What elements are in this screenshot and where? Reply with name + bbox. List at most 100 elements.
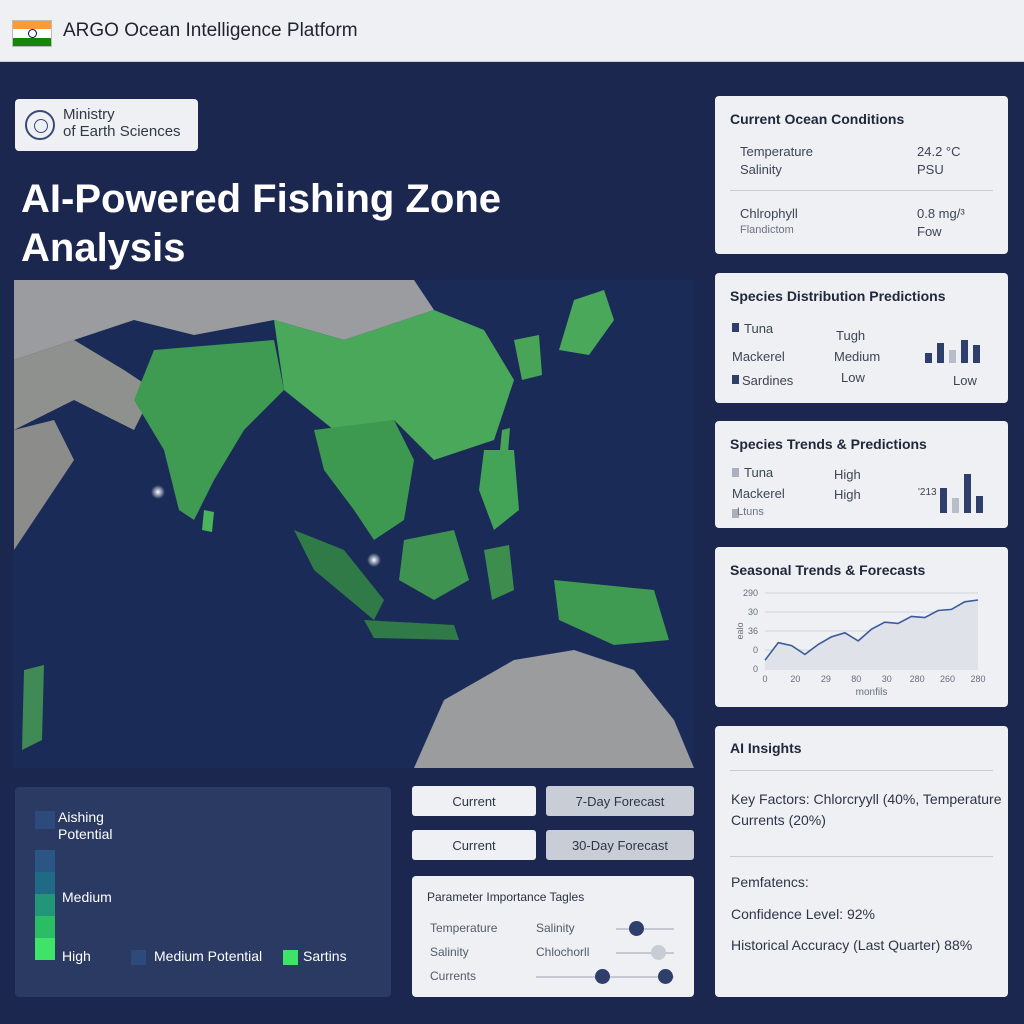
species-trends-card: Species Trends & Predictions Tuna High M… <box>715 421 1008 528</box>
legend-label-medium: Medium <box>62 889 112 905</box>
current-button[interactable]: Current <box>412 830 536 860</box>
legend-swatch-medium-potential <box>131 950 146 965</box>
species-level: Medium <box>834 349 881 364</box>
x-tick-label: 20 <box>790 674 800 684</box>
legend-swatch-sartins <box>283 950 298 965</box>
30-day-forecast-button[interactable]: 30-Day Forecast <box>546 830 694 860</box>
current-button[interactable]: Current <box>412 786 536 816</box>
legend-swatch <box>35 894 55 916</box>
page-title: AI-Powered Fishing Zone Analysis <box>21 177 502 270</box>
legend-swatch <box>35 811 55 829</box>
confidence-level: Confidence Level: 92% <box>731 906 875 922</box>
app-title: ARGO Ocean Intelligence Platform <box>63 20 358 41</box>
historical-accuracy: Historical Accuracy (Last Quarter) 88% <box>731 937 973 953</box>
param-label: Chlochorll <box>536 945 590 959</box>
species-marker <box>732 323 739 332</box>
species-bar <box>949 350 956 363</box>
trend-species-level: High <box>834 487 861 502</box>
hotspot-marker[interactable] <box>151 485 165 499</box>
fishing-zone-map[interactable] <box>14 280 694 768</box>
india-flag-icon <box>12 20 52 47</box>
x-tick-label: 29 <box>821 674 831 684</box>
legend-swatch <box>35 850 55 872</box>
legend-title-line-2: Potential <box>58 826 113 842</box>
parameter-importance-card: Parameter Importance Tagles Temperature … <box>412 876 694 997</box>
x-tick-label: 30 <box>882 674 892 684</box>
temperature-value: 24.2 °C <box>917 144 961 159</box>
species-bar <box>937 343 944 363</box>
y-tick-label: 30 <box>748 607 758 617</box>
flandictom-value: Fow <box>917 224 942 239</box>
slider-knob[interactable] <box>658 969 673 984</box>
seasonal-trends-card: Seasonal Trends & Forecasts 290 30 36 0 0 0 20… <box>715 547 1008 707</box>
x-tick-label: 0 <box>762 674 767 684</box>
species-name: Tuna <box>744 321 774 336</box>
7-day-forecast-button[interactable]: 7-Day Forecast <box>546 786 694 816</box>
x-axis-label: monfils <box>856 687 888 698</box>
trend-species-level: High <box>834 467 861 482</box>
salinity-value: PSU <box>917 162 944 177</box>
pemfatencs-label: Pemfatencs: <box>731 874 809 890</box>
sri-lanka-region <box>202 510 214 532</box>
legend-swatch <box>35 916 55 938</box>
fishing-potential-legend: Aishing Potential Medium High Medium Pot… <box>15 787 391 997</box>
key-factors-line-2: Currents (20%) <box>731 812 826 828</box>
y-axis-label: ealo <box>735 622 745 639</box>
key-factors-line-1: Key Factors: Chlorcryyll (40%, Temperatu… <box>731 791 1002 807</box>
divider <box>730 190 993 191</box>
map-svg <box>14 280 694 768</box>
ministry-line-2: of Earth Sciences <box>63 123 181 140</box>
salinity-label: Salinity <box>740 162 782 177</box>
species-bar <box>973 345 980 363</box>
ministry-emblem-icon <box>25 110 55 140</box>
species-level: Low <box>841 370 865 385</box>
x-tick-label: 280 <box>910 674 925 684</box>
param-label: Temperature <box>430 921 498 935</box>
legend-label-sartins: Sartins <box>303 948 347 964</box>
ministry-name: Ministry of Earth Sciences <box>63 106 181 140</box>
ocean-conditions-title: Current Ocean Conditions <box>730 111 905 127</box>
species-level: Tugh <box>836 328 866 343</box>
seasonal-chart: 2903036000 20 29 80 30 280 260 280monfilsealo <box>735 588 986 698</box>
species-trends-title: Species Trends & Predictions <box>730 436 927 452</box>
trend-side-label: '213 <box>918 487 937 498</box>
x-tick-label: 280 <box>970 674 985 684</box>
madagascar-region <box>22 665 44 750</box>
y-tick-label: 36 <box>748 626 758 636</box>
species-bar <box>925 353 932 363</box>
param-label: Salinity <box>536 921 575 935</box>
trend-species-name: Mackerel <box>732 486 785 501</box>
legend-label-medium-potential: Medium Potential <box>154 948 263 964</box>
legend-title-line-1: Aishing <box>58 809 104 825</box>
hotspot-marker[interactable] <box>367 553 381 567</box>
y-tick-label: 290 <box>743 588 758 598</box>
ocean-conditions-card: Current Ocean Conditions Temperature 24.… <box>715 96 1008 254</box>
species-marker <box>732 375 739 384</box>
trend-bar <box>964 474 971 513</box>
ministry-badge[interactable]: Ministry of Earth Sciences <box>15 99 198 151</box>
species-marker <box>732 468 739 477</box>
species-bar <box>961 340 968 363</box>
slider-knob[interactable] <box>595 969 610 984</box>
slider-track[interactable] <box>616 928 674 930</box>
slider-knob[interactable] <box>651 945 666 960</box>
ai-insights-title: AI Insights <box>730 740 802 756</box>
trend-species-name: Ltuns <box>737 506 764 518</box>
divider <box>730 770 993 771</box>
species-distribution-right-label: Low <box>953 373 977 388</box>
divider <box>730 856 993 857</box>
trend-bar <box>940 488 947 513</box>
y-tick-label: 0 <box>753 664 758 674</box>
temperature-label: Temperature <box>740 144 813 159</box>
slider-knob[interactable] <box>629 921 644 936</box>
trend-bar <box>976 496 983 513</box>
ministry-line-1: Ministry <box>63 106 115 123</box>
param-label: Currents <box>430 969 477 983</box>
ai-insights-card: AI Insights Key Factors: Chlorcryyll (40… <box>715 726 1008 997</box>
legend-label-high: High <box>62 948 91 964</box>
top-bar: ARGO Ocean Intelligence Platform <box>0 0 1024 62</box>
chlorophyll-label: Chlrophyll <box>740 206 798 221</box>
species-distribution-title: Species Distribution Predictions <box>730 288 946 304</box>
trend-bar <box>952 498 959 513</box>
species-distribution-card: Species Distribution Predictions Tuna Tu… <box>715 273 1008 403</box>
